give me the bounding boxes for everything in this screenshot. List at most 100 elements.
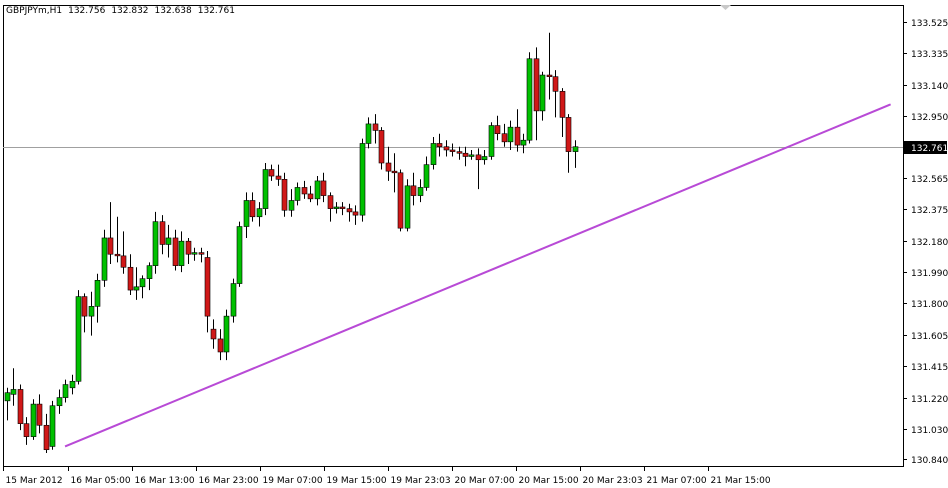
bear-candle [301,187,308,195]
bear-candle [210,328,217,340]
y-tick-label: 131.415 [911,363,948,373]
bull-candle [314,180,321,200]
bear-candle [159,221,166,245]
bull-candle [94,279,101,307]
bull-candle [139,278,146,288]
chart-window[interactable]: GBPJPYm,H1 132.756 132.832 132.638 132.761 1… [0,0,948,488]
bear-candle [36,403,43,426]
bull-candle [75,296,82,382]
bear-candle [514,126,521,146]
bull-candle [165,237,172,245]
bull-candle [417,187,424,196]
bear-candle [275,175,282,180]
bear-candle [198,252,205,255]
bear-candle [346,208,353,213]
bull-candle [468,154,475,157]
bear-candle [372,123,379,131]
bear-candle [327,195,334,209]
x-tick-label: 15 Mar 2012 [6,476,63,486]
bull-candle [152,221,159,266]
bear-candle [378,130,385,164]
bull-candle [256,208,263,218]
y-tick-label: 133.335 [911,50,948,60]
bear-candle [107,237,114,255]
bear-candle [559,91,566,118]
bull-candle [262,169,269,209]
candlestick-chart[interactable]: 133.525 133.335 133.140 132.950 132.565 132.3… [0,0,948,488]
y-tick-label: 130.840 [911,456,948,466]
bull-candle [133,286,140,291]
y-tick-label: 132.375 [911,206,948,216]
bear-candle [410,185,417,196]
y-tick-label: 131.220 [911,395,948,405]
bear-candle [185,240,192,255]
bear-candle [443,146,450,151]
bull-candle [404,185,411,229]
bull-candle [30,403,37,437]
plot-frame [3,5,904,467]
bear-candle [533,58,540,112]
x-tick-label: 20 Mar 15:00 [519,476,579,486]
bull-candle [507,126,514,143]
bull-candle [62,384,69,398]
bear-candle [339,206,346,209]
x-tick-label: 21 Mar 15:00 [711,476,771,486]
bear-candle [546,74,553,77]
bull-candle [488,125,495,157]
bull-candle [430,143,437,165]
bull-candle [191,252,198,255]
bull-candle [230,283,237,317]
bear-candle [204,257,211,317]
bull-candle [10,389,17,395]
x-tick-label: 19 Mar 15:00 [327,476,387,486]
bear-candle [172,237,179,266]
bear-candle [436,143,443,148]
x-tick-label: 16 Mar 13:00 [135,476,195,486]
y-tick-label: 132.950 [911,113,948,123]
bear-candle [352,211,359,216]
bull-candle [294,187,301,201]
bear-candle [456,151,463,154]
y-tick-label: 131.605 [911,332,948,342]
bull-candle [526,58,533,141]
y-tick-label: 131.990 [911,269,948,279]
bear-candle [494,125,501,134]
bear-candle [268,169,275,177]
bear-candle [385,162,392,172]
y-tick-label: 132.565 [911,175,948,185]
x-tick-label: 21 Mar 07:00 [647,476,707,486]
bear-candle [23,423,30,437]
bull-candle [88,306,95,317]
bull-candle [223,315,230,353]
bear-candle [501,133,508,143]
bear-candle [81,296,88,317]
bear-candle [462,152,469,157]
bear-candle [114,253,121,257]
bear-candle [391,170,398,174]
bear-candle [320,180,327,196]
bull-candle [359,143,366,216]
bull-candle [481,156,488,161]
y-tick-label: 133.140 [911,82,948,92]
y-tick-label: 131.030 [911,426,948,436]
bull-candle [236,226,243,284]
bull-candle [178,240,185,266]
bull-candle [69,380,76,389]
x-tick-label: 16 Mar 23:00 [199,476,259,486]
bull-candle [146,265,153,279]
bear-candle [43,424,50,451]
bear-candle [307,193,314,200]
bull-candle [520,139,527,146]
bear-candle [281,179,288,211]
y-tick-label: 131.800 [911,300,948,310]
bull-candle [333,206,340,209]
x-tick-label: 19 Mar 23:03 [391,476,451,486]
bull-candle [56,397,63,407]
y-tick-label: 132.180 [911,238,948,248]
bull-candle [572,146,579,152]
x-tick-label: 16 Mar 05:00 [71,476,131,486]
y-tick-label: 133.525 [911,19,948,29]
x-tick-label: 20 Mar 07:00 [455,476,515,486]
x-tick-label: 20 Mar 23:03 [583,476,643,486]
bear-candle [120,255,127,268]
